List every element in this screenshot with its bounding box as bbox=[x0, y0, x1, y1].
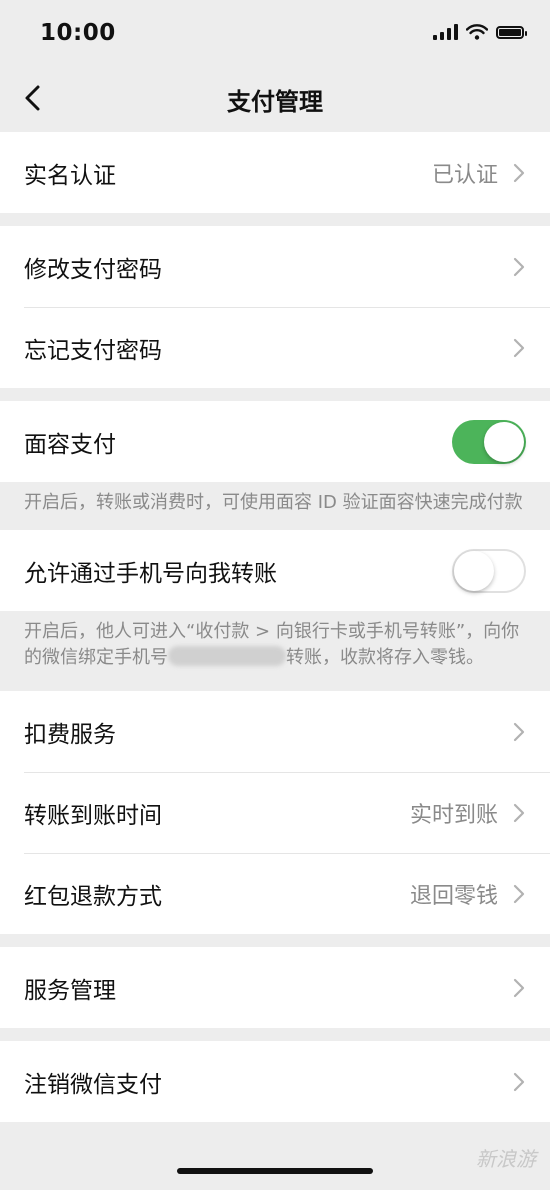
page-title: 支付管理 bbox=[227, 88, 323, 116]
row-label: 允许通过手机号向我转账 bbox=[24, 560, 277, 587]
row-label: 修改支付密码 bbox=[24, 256, 162, 283]
row-label: 实名认证 bbox=[24, 162, 116, 189]
blurred-phone-number bbox=[168, 646, 286, 666]
nav-bar: 支付管理 bbox=[0, 66, 550, 130]
face-pay-hint: 开启后，转账或消费时，可使用面容 ID 验证面容快速完成付款 bbox=[0, 482, 550, 530]
row-red-packet-refund[interactable]: 红包退款方式 退回零钱 bbox=[0, 853, 550, 934]
home-indicator bbox=[177, 1168, 373, 1174]
chevron-right-icon bbox=[513, 978, 525, 997]
status-bar: 10:00 bbox=[0, 0, 550, 66]
phone-transfer-toggle[interactable] bbox=[452, 548, 526, 593]
chevron-right-icon bbox=[513, 163, 525, 182]
chevron-right-icon bbox=[513, 803, 525, 822]
row-value: 实时到账 bbox=[409, 802, 498, 828]
row-value: 已认证 bbox=[431, 162, 498, 188]
phone-transfer-hint: 开启后，他人可进入“收付款 > 向银行卡或手机号转账”，向你的微信绑定手机号 转账… bbox=[0, 611, 550, 691]
row-label: 转账到账时间 bbox=[24, 802, 162, 829]
row-deduction-service[interactable]: 扣费服务 bbox=[0, 691, 550, 772]
watermark: 新浪游 bbox=[476, 1147, 536, 1171]
row-label: 服务管理 bbox=[24, 977, 116, 1004]
toggle-knob bbox=[484, 421, 524, 462]
wifi-icon bbox=[466, 24, 488, 40]
row-phone-transfer: 允许通过手机号向我转账 bbox=[0, 530, 550, 611]
signal-icon bbox=[433, 24, 458, 40]
row-label: 扣费服务 bbox=[24, 721, 116, 748]
row-label: 面容支付 bbox=[24, 431, 116, 458]
chevron-right-icon bbox=[513, 722, 525, 741]
row-transfer-time[interactable]: 转账到账时间 实时到账 bbox=[0, 772, 550, 853]
group-cancel: 注销微信支付 bbox=[0, 1041, 550, 1122]
row-forgot-password[interactable]: 忘记支付密码 bbox=[0, 307, 550, 388]
group-face-pay: 面容支付 bbox=[0, 401, 550, 482]
hint-text-part2: 转账，收款将存入零钱。 bbox=[286, 647, 484, 668]
row-change-password[interactable]: 修改支付密码 bbox=[0, 226, 550, 307]
row-service-management[interactable]: 服务管理 bbox=[0, 947, 550, 1028]
chevron-right-icon bbox=[513, 338, 525, 357]
toggle-knob bbox=[454, 550, 494, 591]
row-label: 注销微信支付 bbox=[24, 1071, 162, 1098]
row-cancel-wechat-pay[interactable]: 注销微信支付 bbox=[0, 1041, 550, 1122]
row-label: 忘记支付密码 bbox=[24, 337, 162, 364]
row-label: 红包退款方式 bbox=[24, 883, 162, 910]
group-services: 扣费服务 转账到账时间 实时到账 红包退款方式 退回零钱 bbox=[0, 691, 550, 934]
row-face-pay: 面容支付 bbox=[0, 401, 550, 482]
group-manage: 服务管理 bbox=[0, 947, 550, 1028]
chevron-right-icon bbox=[513, 884, 525, 903]
group-verify: 实名认证 已认证 bbox=[0, 132, 550, 213]
group-phone-transfer: 允许通过手机号向我转账 bbox=[0, 530, 550, 611]
status-icons bbox=[433, 24, 527, 40]
chevron-right-icon bbox=[513, 257, 525, 276]
row-value: 退回零钱 bbox=[409, 883, 498, 909]
group-password: 修改支付密码 忘记支付密码 bbox=[0, 226, 550, 388]
row-real-name-verification[interactable]: 实名认证 已认证 bbox=[0, 132, 550, 213]
battery-icon bbox=[496, 25, 527, 39]
status-time: 10:00 bbox=[40, 20, 116, 46]
face-pay-toggle[interactable] bbox=[452, 419, 526, 464]
chevron-right-icon bbox=[513, 1072, 525, 1091]
